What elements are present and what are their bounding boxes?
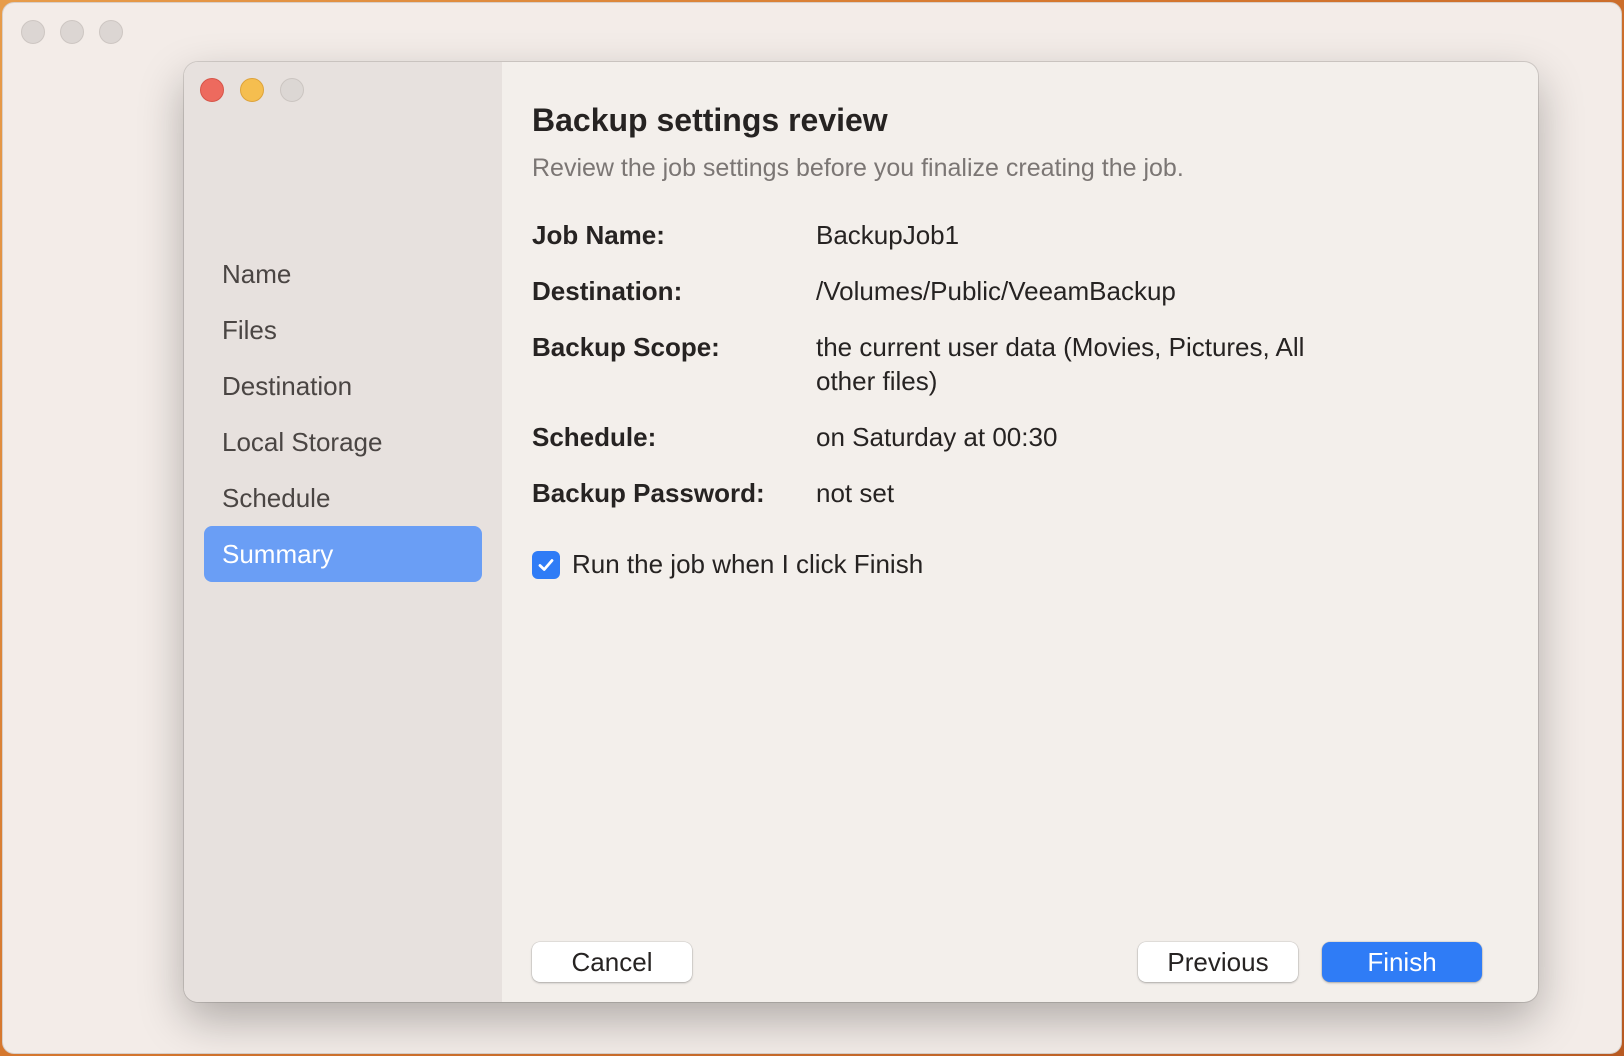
backup-scope-value: the current user data (Movies, Pictures,… (816, 332, 1305, 396)
backup-password-label: Backup Password: (532, 478, 765, 508)
schedule-label: Schedule: (532, 422, 657, 452)
previous-button[interactable]: Previous (1138, 942, 1298, 982)
run-on-finish-option[interactable]: Run the job when I click Finish (532, 549, 923, 580)
sidebar-item-name[interactable]: Name (204, 246, 482, 302)
schedule-value: on Saturday at 00:30 (816, 422, 1058, 452)
minimize-button[interactable] (240, 78, 264, 102)
backup-job-wizard-dialog: Name Files Destination Local Storage Sch… (184, 62, 1538, 1002)
destination-value: /Volumes/Public/VeeamBackup (816, 276, 1176, 306)
cancel-button[interactable]: Cancel (532, 942, 692, 982)
backup-password-value: not set (816, 478, 895, 508)
job-name-label: Job Name: (532, 220, 665, 250)
checkmark-icon (538, 558, 554, 571)
background-zoom-button[interactable] (99, 20, 123, 44)
sidebar-item-local-storage[interactable]: Local Storage (204, 414, 482, 470)
backup-scope-label: Backup Scope: (532, 332, 720, 362)
run-on-finish-label: Run the job when I click Finish (572, 549, 924, 579)
sidebar-item-summary[interactable]: Summary (204, 526, 482, 582)
backup-scope-row: Backup Scope: the current user data (Mov… (532, 330, 1352, 398)
background-close-button[interactable] (21, 20, 45, 44)
finish-button[interactable]: Finish (1322, 942, 1482, 982)
background-minimize-button[interactable] (60, 20, 84, 44)
destination-row: Destination: /Volumes/Public/VeeamBackup (532, 274, 1352, 308)
window-controls (200, 78, 304, 102)
zoom-button[interactable] (280, 78, 304, 102)
wizard-steps-nav: Name Files Destination Local Storage Sch… (204, 246, 482, 582)
run-on-finish-checkbox[interactable] (532, 550, 560, 579)
job-name-row: Job Name: BackupJob1 (532, 218, 1352, 252)
wizard-content: Backup settings review Review the job se… (502, 62, 1538, 1002)
close-button[interactable] (200, 78, 224, 102)
background-window-controls (21, 20, 123, 44)
backup-password-row: Backup Password: not set (532, 476, 1352, 510)
schedule-row: Schedule: on Saturday at 00:30 (532, 420, 1352, 454)
sidebar-item-files[interactable]: Files (204, 302, 482, 358)
sidebar-item-schedule[interactable]: Schedule (204, 470, 482, 526)
wizard-sidebar: Name Files Destination Local Storage Sch… (184, 62, 502, 1002)
page-title: Backup settings review (532, 102, 888, 138)
destination-label: Destination: (532, 276, 683, 306)
summary-details: Job Name: BackupJob1 Destination: /Volum… (532, 218, 1352, 532)
sidebar-item-destination[interactable]: Destination (204, 358, 482, 414)
page-subtitle: Review the job settings before you final… (532, 154, 1184, 182)
job-name-value: BackupJob1 (816, 220, 960, 250)
